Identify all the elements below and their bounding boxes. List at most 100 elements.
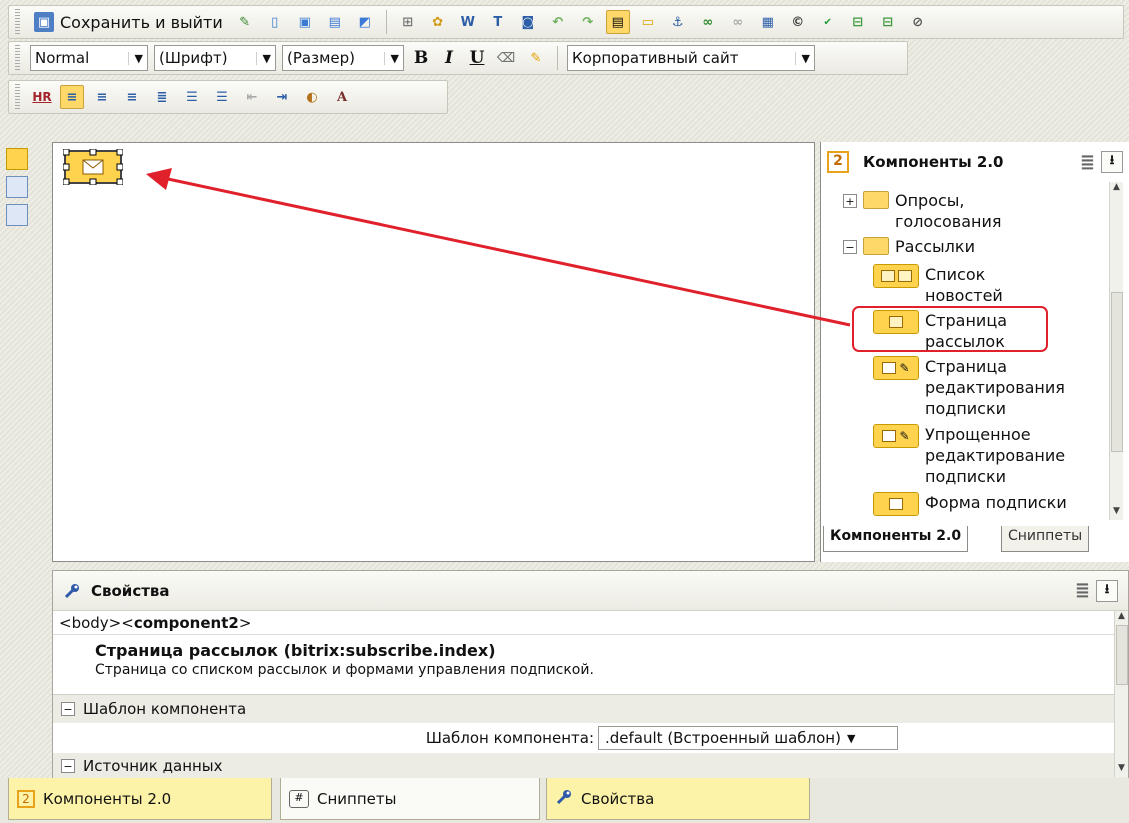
section-label: Источник данных [83, 757, 223, 775]
brush-icon[interactable]: ✎ [524, 46, 548, 70]
components-panel-title: Компоненты 2.0 [863, 153, 1004, 171]
ordered-list-icon[interactable]: ☰ [180, 85, 204, 109]
tree-component-edit-subscription[interactable]: ✎ Страница редактирования подписки [873, 356, 1095, 419]
size-select[interactable]: (Размер) ▼ [282, 45, 404, 71]
tree-folder-mailings[interactable]: − Рассылки [843, 236, 975, 257]
taskbar-properties-tab[interactable]: Свойства [546, 778, 810, 820]
split-icon[interactable]: ⊟ [876, 10, 900, 34]
pin-icon[interactable]: ⭳ [1096, 579, 1118, 602]
section-data-source[interactable]: − Источник данных [53, 753, 1128, 779]
outdent-icon[interactable]: ⇤ [240, 85, 264, 109]
underline-button[interactable]: U [466, 48, 488, 68]
text-color-icon[interactable]: ◐ [300, 85, 324, 109]
italic-button[interactable]: I [438, 48, 460, 68]
background-color-icon[interactable]: A [330, 85, 354, 109]
copyright-icon[interactable]: © [786, 10, 810, 34]
split-mode-icon[interactable] [6, 204, 28, 226]
horizontal-rule-button[interactable]: HR [30, 85, 54, 109]
tree-component-subscription-form[interactable]: Форма подписки [873, 492, 1095, 516]
tree-component-simple-edit[interactable]: ✎ Упрощенное редактирование подписки [873, 424, 1095, 487]
expand-icon[interactable]: + [843, 194, 857, 208]
properties-header: Свойства ≣ ⭳ [53, 571, 1128, 611]
save-and-exit-label: Сохранить и выйти [60, 12, 223, 32]
undo-icon[interactable]: ↶ [546, 10, 570, 34]
tab-components[interactable]: Компоненты 2.0 [823, 526, 969, 552]
snippets-icon: # [289, 789, 309, 808]
fullscreen-icon[interactable]: ▭ [636, 10, 660, 34]
toolbar-grip[interactable] [15, 84, 20, 110]
tab-label: Свойства [581, 789, 655, 808]
indent-icon[interactable]: ⇥ [270, 85, 294, 109]
save-and-exit-button[interactable]: ▣ Сохранить и выйти [30, 9, 227, 35]
toolbar-grip[interactable] [15, 9, 20, 35]
anchor-icon[interactable]: ⚓ [666, 10, 690, 34]
save-icon[interactable]: ▣ [293, 10, 317, 34]
paste-text-icon[interactable]: T [486, 10, 510, 34]
taskbar-components-tab[interactable]: 2 Компоненты 2.0 [8, 778, 272, 820]
component-placeholder-icon[interactable] [63, 149, 123, 185]
properties-scrollbar[interactable]: ▲ ▼ [1114, 611, 1128, 777]
show-borders-icon[interactable]: ▤ [605, 10, 630, 34]
menu-icon[interactable]: ≣ [1075, 580, 1090, 601]
scroll-up-icon[interactable]: ▲ [1110, 182, 1123, 196]
collapse-icon[interactable]: − [843, 240, 857, 254]
tree-component-news-list[interactable]: Список новостей [873, 264, 1035, 306]
new-page-icon[interactable]: ▯ [263, 10, 287, 34]
code-mode-icon[interactable] [6, 176, 28, 198]
tag-path-body[interactable]: <body>< [59, 614, 134, 632]
paste-icon[interactable]: ◙ [516, 10, 540, 34]
page-properties-icon[interactable]: ◩ [353, 10, 377, 34]
align-center-icon[interactable]: ≡ [90, 85, 114, 109]
save-as-icon[interactable]: ▤ [323, 10, 347, 34]
toolbar-grip[interactable] [15, 45, 20, 71]
highlight-annotation [852, 306, 1048, 352]
scrollbar-thumb[interactable] [1111, 292, 1123, 452]
section-component-template[interactable]: − Шаблон компонента [53, 695, 1128, 723]
wysiwyg-mode-icon[interactable] [6, 148, 28, 170]
tag-path-breadcrumb: <body><component2> [53, 611, 1128, 635]
toolbar-separator [385, 10, 387, 34]
redo-icon[interactable]: ↷ [576, 10, 600, 34]
align-right-icon[interactable]: ≡ [120, 85, 144, 109]
components-scrollbar[interactable]: ▲ ▼ [1109, 182, 1123, 520]
scrollbar-thumb[interactable] [1116, 625, 1128, 685]
template-select[interactable]: .default (Встроенный шаблон) ▼ [598, 726, 898, 750]
clean-icon[interactable]: ⊘ [906, 10, 930, 34]
tree-item-label: Форма подписки [925, 493, 1067, 512]
site-template-select[interactable]: Корпоративный сайт ▼ [567, 45, 815, 71]
taskbar-snippets-tab[interactable]: # Сниппеты [280, 778, 540, 820]
exit-icon[interactable]: ✎ [233, 10, 257, 34]
font-select[interactable]: (Шрифт) ▼ [154, 45, 276, 71]
unlink-icon[interactable]: ∞ [726, 10, 750, 34]
tab-snippets[interactable]: Сниппеты [1001, 526, 1090, 552]
tree-folder-polls[interactable]: + Опросы, голосования [843, 190, 1025, 232]
scroll-down-icon[interactable]: ▼ [1115, 763, 1128, 777]
components-logo-icon: 2 [17, 789, 35, 808]
paste-word-icon[interactable]: W [456, 10, 480, 34]
collapse-icon[interactable]: − [61, 759, 75, 773]
image-icon[interactable]: ▦ [756, 10, 780, 34]
template-icon[interactable]: ⊟ [846, 10, 870, 34]
settings-icon[interactable]: ✿ [426, 10, 450, 34]
spellcheck-icon[interactable]: ✔ [816, 10, 840, 34]
tag-path-component[interactable]: component2 [134, 614, 239, 632]
view-mode-rail [0, 142, 46, 777]
collapse-icon[interactable]: − [61, 702, 75, 716]
style-select[interactable]: Normal ▼ [30, 45, 148, 71]
unordered-list-icon[interactable]: ☰ [210, 85, 234, 109]
menu-icon[interactable]: ≣ [1080, 152, 1095, 173]
bold-button[interactable]: B [410, 48, 432, 68]
tag-path-end: > [238, 614, 252, 632]
eraser-icon[interactable]: ⌫ [494, 46, 518, 70]
properties-panel: Свойства ≣ ⭳ <body><component2> Страница… [52, 570, 1129, 779]
paragraph-toolbar: HR ≡ ≡ ≡ ≣ ☰ ☰ ⇤ ⇥ ◐ A [8, 80, 448, 114]
table-icon[interactable]: ⊞ [396, 10, 420, 34]
toolbar-row-1: ▣ Сохранить и выйти ✎ ▯ ▣ ▤ ◩ ⊞ ✿ W T ◙ … [0, 4, 1124, 40]
align-left-icon[interactable]: ≡ [60, 85, 84, 109]
scroll-up-icon[interactable]: ▲ [1115, 611, 1128, 625]
editor-canvas[interactable] [52, 142, 815, 562]
tree-item-label: Упрощенное редактирование подписки [925, 425, 1066, 486]
align-justify-icon[interactable]: ≣ [150, 85, 174, 109]
link-icon[interactable]: ∞ [696, 10, 720, 34]
pin-icon[interactable]: ⭳ [1101, 151, 1123, 173]
